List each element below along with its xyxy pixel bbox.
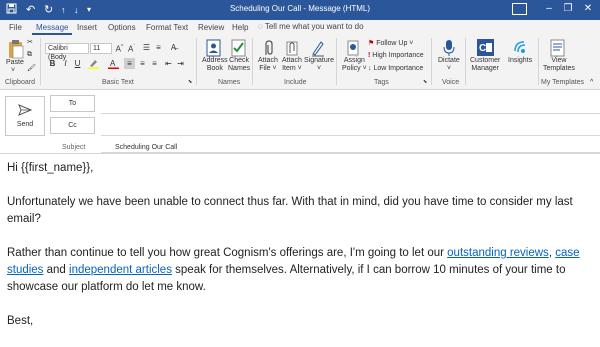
paste-dropdown-icon[interactable]: ˅ — [11, 67, 15, 75]
align-right-icon[interactable]: ≡ — [149, 58, 160, 69]
tab-options[interactable]: Options — [108, 22, 136, 34]
window-title: Scheduling Our Call - Message (HTML) — [229, 4, 371, 13]
names-group-label: Names — [218, 79, 241, 86]
signoff: Best, — [7, 315, 34, 327]
font-size-combo[interactable]: 11 — [90, 43, 112, 54]
tell-me-text: Tell me what you want to do — [264, 22, 364, 31]
ribbon-display-options-icon[interactable] — [512, 3, 527, 15]
down-arrow-icon: ↓ — [368, 65, 372, 72]
grow-font-icon[interactable]: A^ — [114, 42, 125, 54]
attach-file-label: Attach File ˅ — [258, 57, 278, 72]
highlight-icon[interactable] — [88, 58, 99, 69]
customer-manager-label: Customer Manager — [470, 57, 501, 72]
high-importance-button[interactable]: ! High Importance — [368, 52, 424, 59]
tags-launcher-icon[interactable]: ⬊ — [423, 79, 427, 85]
body-paragraph: Rather than continue to tell you how gre… — [7, 247, 580, 293]
cc-field[interactable] — [101, 135, 600, 136]
subject-field[interactable]: Scheduling Our Call — [115, 144, 177, 151]
tab-insert[interactable]: Insert — [77, 22, 97, 34]
send-button[interactable]: Send — [5, 96, 45, 136]
message-body[interactable]: Hi {{first_name}}, Unfortunately we have… — [7, 160, 597, 347]
ribbon-tabs: File Message Insert Options Format Text … — [0, 20, 600, 35]
numbering-icon[interactable]: ≡ — [153, 42, 164, 53]
to-field[interactable] — [101, 113, 600, 114]
tab-help[interactable]: Help — [232, 22, 248, 34]
svg-text:A: A — [110, 59, 116, 68]
bold-icon[interactable]: B — [47, 58, 58, 69]
decrease-indent-icon[interactable]: ⇤ — [163, 58, 174, 69]
separator — [538, 38, 539, 85]
tab-format-text[interactable]: Format Text — [146, 22, 188, 34]
ribbon: Paste ˅ ✂ ⧉ 🖌 Clipboard Calibri (Body 11… — [0, 35, 600, 90]
basic-text-group-label: Basic Text — [102, 79, 134, 86]
separator — [196, 38, 197, 85]
cc-button[interactable]: Cc — [50, 117, 95, 134]
voice-group-label: Voice — [442, 79, 460, 86]
attach-item-label: Attach Item ˅ — [282, 57, 302, 72]
tab-review[interactable]: Review — [198, 22, 224, 34]
signature-label: Signature ˅ — [304, 57, 334, 72]
flag-icon: ⚑ — [368, 40, 375, 47]
clipboard-group-label: Clipboard — [5, 79, 35, 86]
address-book-label: Address Book — [202, 57, 228, 72]
underline-icon[interactable]: U — [72, 58, 83, 69]
dictate-label: Dictate ˅ — [438, 57, 460, 72]
to-button[interactable]: To — [50, 95, 95, 112]
exclamation-icon: ! — [368, 52, 371, 59]
format-painter-icon[interactable]: 🖌 — [27, 64, 36, 72]
separator — [465, 38, 466, 85]
clear-formatting-icon[interactable]: A̶ — [168, 42, 179, 53]
send-icon — [18, 103, 33, 121]
send-label: Send — [16, 121, 34, 128]
follow-up-button[interactable]: ⚑ Follow Up ˅ — [368, 39, 413, 47]
minimize-icon[interactable]: – — [541, 2, 557, 16]
tell-me-search[interactable]: ◌ Tell me what you want to do — [258, 22, 364, 31]
separator — [40, 38, 41, 85]
include-group-label: Include — [284, 79, 307, 86]
insights-label: Insights — [508, 57, 533, 64]
lightbulb-icon: ◌ — [258, 22, 263, 31]
subject-label: Subject — [62, 144, 86, 151]
increase-indent-icon[interactable]: ⇥ — [175, 58, 186, 69]
independent-articles-link[interactable]: independent articles — [69, 264, 172, 276]
tab-message[interactable]: Message — [32, 20, 73, 35]
outstanding-reviews-link[interactable]: outstanding reviews — [447, 247, 549, 259]
basic-text-launcher-icon[interactable]: ⬊ — [188, 79, 192, 85]
assign-policy-label: Assign Policy ˅ — [342, 57, 367, 72]
bullets-icon[interactable]: ☰ — [141, 42, 152, 53]
svg-text:C: C — [479, 43, 486, 54]
separator — [336, 38, 337, 85]
tab-file[interactable]: File — [9, 22, 22, 34]
body-paragraph: Unfortunately we have been unable to con… — [7, 196, 573, 225]
divider — [0, 153, 600, 154]
low-importance-button[interactable]: ↓ Low Importance — [368, 65, 423, 72]
my-templates-group-label: My Templates — [541, 79, 585, 86]
separator — [431, 38, 432, 85]
restore-window-icon[interactable]: ❐ — [560, 2, 576, 16]
tags-group-label: Tags — [374, 79, 389, 86]
view-templates-label: View Templates — [543, 57, 575, 72]
paste-label: Paste — [6, 59, 24, 66]
close-icon[interactable]: ✕ — [580, 2, 596, 16]
font-name-combo[interactable]: Calibri (Body — [45, 43, 89, 61]
greeting: Hi {{first_name}}, — [7, 162, 94, 174]
shrink-font-icon[interactable]: Aˇ — [126, 42, 137, 54]
align-left-icon[interactable]: ≡ — [124, 58, 135, 69]
align-center-icon[interactable]: ≡ — [137, 58, 148, 69]
font-color-icon[interactable]: A — [108, 58, 119, 69]
collapse-ribbon-icon[interactable]: ^ — [590, 79, 593, 86]
title-bar: ↶ ↻ ↑ ↓ ▾ Scheduling Our Call - Message … — [0, 0, 600, 20]
check-names-label: Check Names — [228, 57, 251, 72]
italic-icon[interactable]: I — [60, 58, 71, 69]
cut-icon[interactable]: ✂ — [27, 38, 33, 46]
separator — [252, 38, 253, 85]
copy-icon[interactable]: ⧉ — [27, 51, 32, 59]
